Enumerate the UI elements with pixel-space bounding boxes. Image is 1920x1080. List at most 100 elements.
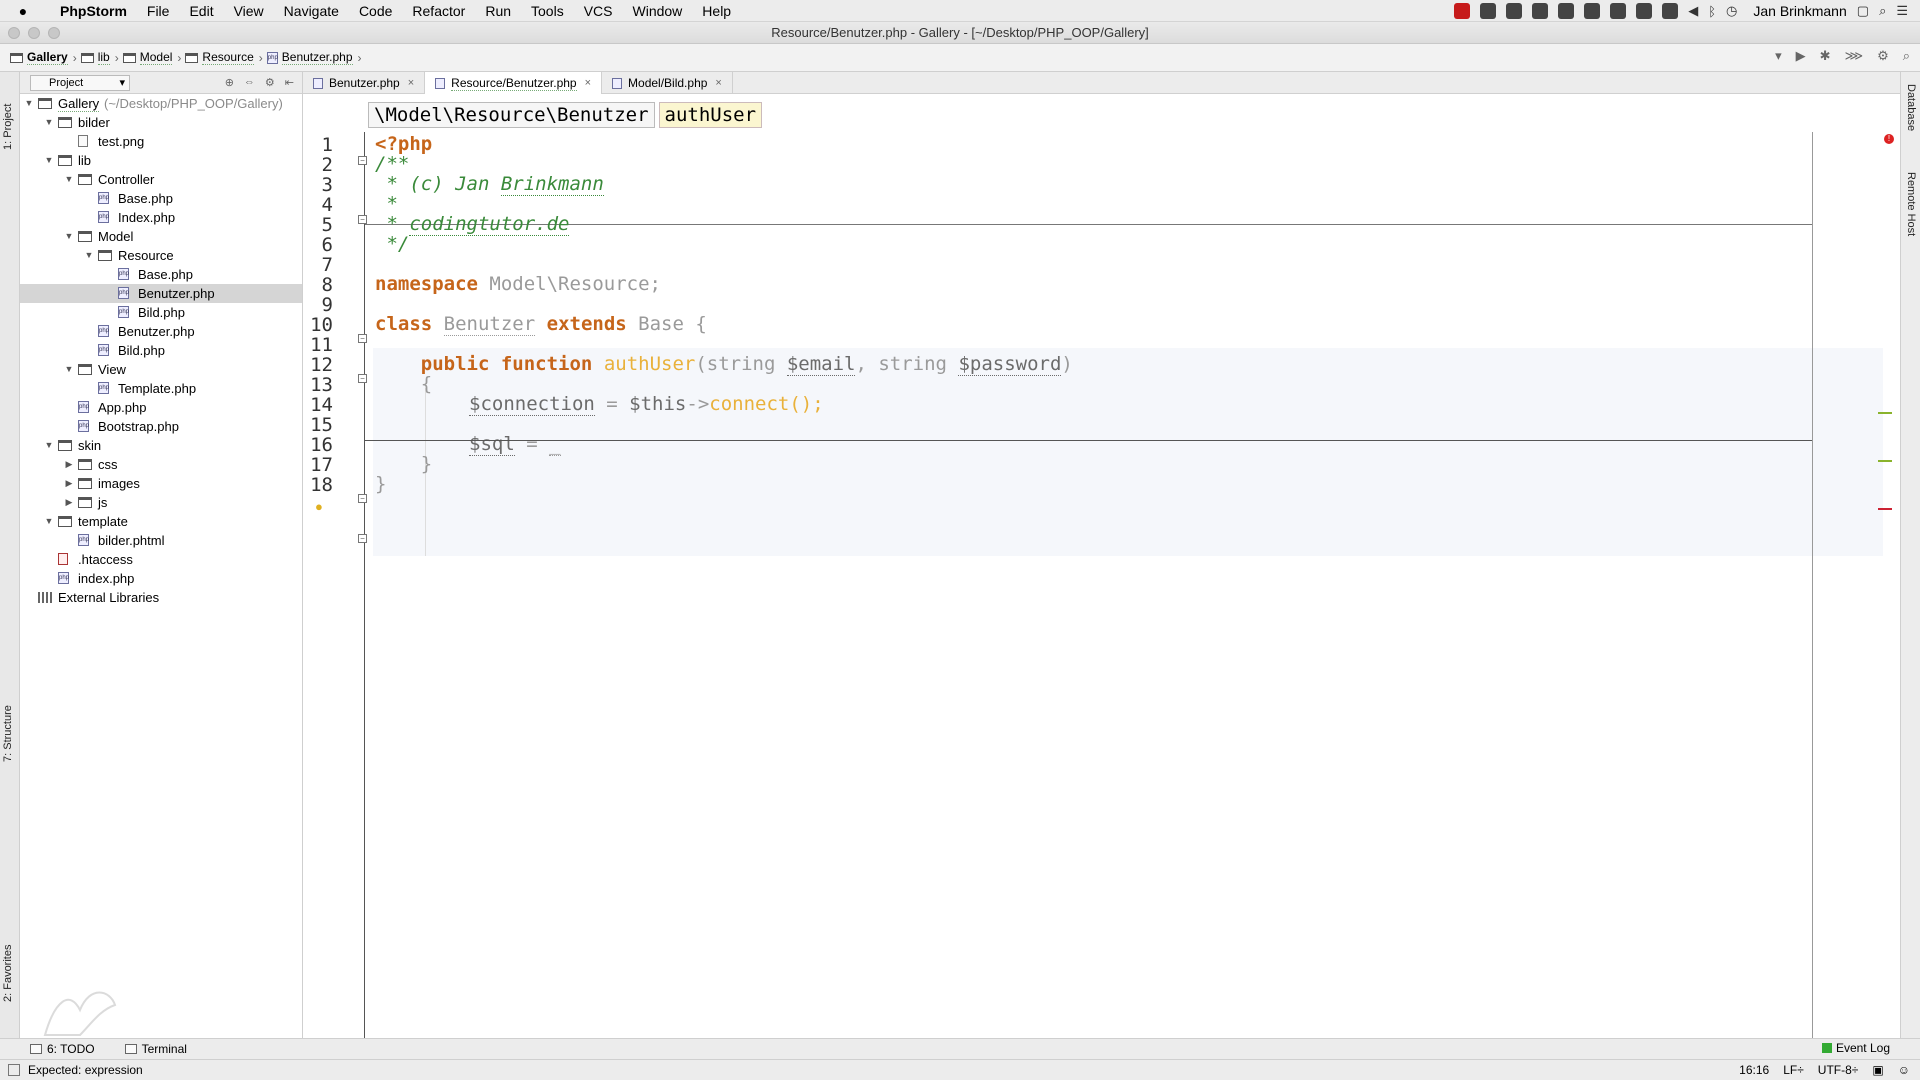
menu-refactor[interactable]: Refactor xyxy=(402,0,475,22)
tree-file[interactable]: php App.php xyxy=(20,398,302,417)
collapse-icon[interactable]: ⇔ xyxy=(244,76,255,89)
code-editor[interactable]: \Model\Resource\Benutzer authUser 123456… xyxy=(303,94,1900,1038)
tool-structure[interactable]: 7: Structure xyxy=(2,705,14,762)
spotlight-icon[interactable]: ⌕ xyxy=(1879,3,1886,19)
hide-panel-icon[interactable]: ⇤ xyxy=(285,76,294,89)
error-indicator-icon[interactable]: ! xyxy=(1884,134,1894,144)
tab-benutzer[interactable]: Benutzer.php × xyxy=(303,72,426,94)
lock-icon[interactable]: ▢ xyxy=(1857,3,1869,19)
tree-folder[interactable]: ▼ Gallery (~/Desktop/PHP_OOP/Gallery) xyxy=(20,94,302,113)
cloud-icon[interactable] xyxy=(1610,3,1627,19)
expanded-arrow-icon[interactable]: ▼ xyxy=(64,227,74,246)
menu-view[interactable]: View xyxy=(224,0,274,22)
event-log-button[interactable]: Event Log xyxy=(1821,1041,1890,1055)
time-machine-icon[interactable]: ◷ xyxy=(1726,3,1737,19)
run-config-dropdown[interactable]: ▾ xyxy=(1775,48,1782,64)
expanded-arrow-icon[interactable]: ▼ xyxy=(44,436,54,455)
expanded-arrow-icon[interactable]: ▼ xyxy=(44,113,54,132)
gear-icon[interactable]: ⚙ xyxy=(265,76,275,89)
minimize-window-button[interactable] xyxy=(28,27,40,39)
tree-folder[interactable]: ▼ Controller xyxy=(20,170,302,189)
locate-icon[interactable]: ⊕ xyxy=(225,76,234,89)
fold-marker-icon[interactable]: − xyxy=(358,215,367,224)
run-icon[interactable]: ▶ xyxy=(1796,48,1806,64)
file-encoding[interactable]: UTF-8÷ xyxy=(1818,1063,1859,1077)
tree-folder[interactable]: ▶ js xyxy=(20,493,302,512)
close-tab-icon[interactable]: × xyxy=(715,77,721,89)
expanded-arrow-icon[interactable]: ▼ xyxy=(64,170,74,189)
project-view-dropdown[interactable]: Project xyxy=(30,74,130,91)
tree-folder[interactable]: ▼ Model xyxy=(20,227,302,246)
debug-icon[interactable]: ✱ xyxy=(1820,48,1831,64)
warning-marker[interactable] xyxy=(1878,412,1892,414)
line-separator[interactable]: LF÷ xyxy=(1783,1063,1804,1077)
breadcrumb-method[interactable]: authUser xyxy=(658,102,763,128)
menu-vcs[interactable]: VCS xyxy=(574,0,623,22)
search-icon[interactable]: ⌕ xyxy=(1903,48,1910,64)
coverage-icon[interactable]: ⋙ xyxy=(1845,48,1864,64)
collapsed-arrow-icon[interactable]: ▶ xyxy=(64,493,74,512)
todo-button[interactable]: 6: TODO xyxy=(30,1042,95,1056)
tree-file[interactable]: test.png xyxy=(20,132,302,151)
tree-file[interactable]: php Base.php xyxy=(20,189,302,208)
tab-resource-benutzer[interactable]: Resource/Benutzer.php × xyxy=(425,72,603,94)
menu-run[interactable]: Run xyxy=(475,0,521,22)
tree-file[interactable]: php Template.php xyxy=(20,379,302,398)
tree-file[interactable]: php Base.php xyxy=(20,265,302,284)
menu-window[interactable]: Window xyxy=(623,0,693,22)
tool-remote-host[interactable]: Remote Host xyxy=(1905,172,1917,236)
menu-edit[interactable]: Edit xyxy=(179,0,223,22)
tree-file[interactable]: php bilder.phtml xyxy=(20,531,302,550)
tool-favorites[interactable]: 2: Favorites xyxy=(2,945,14,1002)
tree-file[interactable]: php index.php xyxy=(20,569,302,588)
menu-file[interactable]: File xyxy=(137,0,180,22)
onepassword-icon[interactable] xyxy=(1558,3,1575,19)
fold-marker-icon[interactable]: − xyxy=(358,374,367,383)
tree-folder[interactable]: ▼ bilder xyxy=(20,113,302,132)
collapsed-arrow-icon[interactable]: ▶ xyxy=(64,455,74,474)
terminal-button[interactable]: Terminal xyxy=(124,1042,187,1056)
tree-file[interactable]: php Benutzer.php xyxy=(20,284,302,303)
fold-marker-icon[interactable]: − xyxy=(358,494,367,503)
tool-database[interactable]: Database xyxy=(1905,84,1917,131)
line-gutter[interactable]: 1 2 3 4 5 6 7 8 9 10 11 12 13 14 15 16 17 18 − − − − − − … xyxy=(303,132,367,1038)
warning-marker[interactable] xyxy=(1878,460,1892,462)
tree-folder[interactable]: ▼ View xyxy=(20,360,302,379)
nav-crumb-model[interactable]: Model › xyxy=(122,50,181,65)
tree-folder[interactable]: ▼ Resource xyxy=(20,246,302,265)
apple-icon[interactable]: ● xyxy=(14,3,32,19)
zoom-window-button[interactable] xyxy=(48,27,60,39)
tree-file[interactable]: .htaccess xyxy=(20,550,302,569)
tree-folder[interactable]: ▼ lib xyxy=(20,151,302,170)
lock-icon[interactable]: ▣ xyxy=(1872,1063,1883,1077)
tree-folder[interactable]: ▼ template xyxy=(20,512,302,531)
menu-navigate[interactable]: Navigate xyxy=(274,0,349,22)
collapsed-arrow-icon[interactable]: ▶ xyxy=(64,474,74,493)
expanded-arrow-icon[interactable]: ▼ xyxy=(84,246,94,265)
settings-icon[interactable]: ⚙ xyxy=(1877,48,1889,64)
tree-file[interactable]: php Bootstrap.php xyxy=(20,417,302,436)
tree-file[interactable]: php Bild.php xyxy=(20,341,302,360)
tool-windows-toggle-icon[interactable] xyxy=(8,1064,20,1076)
user-name[interactable]: Jan Brinkmann xyxy=(1753,3,1846,19)
expanded-arrow-icon[interactable]: ▼ xyxy=(64,360,74,379)
nav-crumb-file[interactable]: php Benutzer.php › xyxy=(266,50,362,65)
app-tray-icon[interactable] xyxy=(1584,3,1601,19)
menu-help[interactable]: Help xyxy=(692,0,741,22)
menu-app[interactable]: PhpStorm xyxy=(50,0,137,22)
close-tab-icon[interactable]: × xyxy=(408,77,414,89)
shield-icon[interactable] xyxy=(1662,3,1679,19)
close-window-button[interactable] xyxy=(8,27,20,39)
lightbulb-icon[interactable]: ● xyxy=(315,499,323,514)
inspector-icon[interactable]: ☺ xyxy=(1898,1063,1910,1077)
volume-icon[interactable]: ◀ xyxy=(1688,3,1698,19)
expanded-arrow-icon[interactable]: ▼ xyxy=(44,151,54,170)
expanded-arrow-icon[interactable]: ▼ xyxy=(44,512,54,531)
tree-folder[interactable]: ▶ css xyxy=(20,455,302,474)
tree-file[interactable]: php Index.php xyxy=(20,208,302,227)
fold-marker-icon[interactable]: − xyxy=(358,534,367,543)
nav-crumb-resource[interactable]: Resource › xyxy=(185,50,263,65)
breadcrumb-class[interactable]: \Model\Resource\Benutzer xyxy=(368,102,655,128)
nav-crumb-gallery[interactable]: Gallery › xyxy=(10,50,77,65)
close-tab-icon[interactable]: × xyxy=(585,77,591,89)
